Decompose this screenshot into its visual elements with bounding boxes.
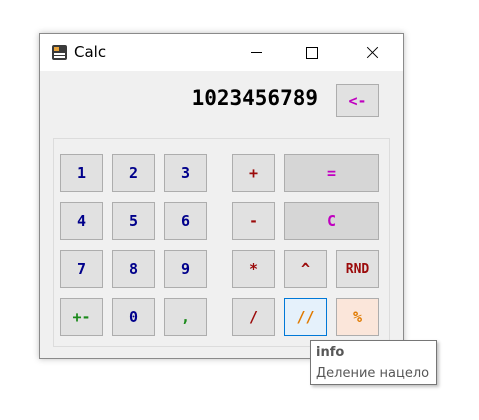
negate-button[interactable]: +- xyxy=(60,298,103,336)
digit-9-button[interactable]: 9 xyxy=(164,250,207,288)
tooltip: info Деление нацело xyxy=(310,340,437,385)
calc-window: Calc 1023456789 <- 1 2 3 + = 4 5 6 - C 7… xyxy=(39,33,404,359)
integer-divide-button[interactable]: // xyxy=(284,298,327,336)
close-button[interactable] xyxy=(349,34,395,71)
digit-8-button[interactable]: 8 xyxy=(112,250,155,288)
power-button[interactable]: ^ xyxy=(284,250,327,288)
digit-7-button[interactable]: 7 xyxy=(60,250,103,288)
maximize-button[interactable] xyxy=(289,34,335,71)
digit-0-button[interactable]: 0 xyxy=(112,298,155,336)
minimize-button[interactable] xyxy=(233,34,279,71)
clear-button[interactable]: C xyxy=(284,202,379,240)
divide-button[interactable]: / xyxy=(232,298,275,336)
multiply-button[interactable]: * xyxy=(232,250,275,288)
minimize-icon xyxy=(250,52,262,53)
window-title: Calc xyxy=(74,43,107,61)
digit-2-button[interactable]: 2 xyxy=(112,154,155,192)
digit-1-button[interactable]: 1 xyxy=(60,154,103,192)
maximize-icon xyxy=(306,46,318,59)
digit-6-button[interactable]: 6 xyxy=(164,202,207,240)
backspace-button[interactable]: <- xyxy=(336,84,379,117)
display-value: 1023456789 xyxy=(191,86,318,110)
equals-button[interactable]: = xyxy=(284,154,379,192)
tooltip-title: info xyxy=(316,345,345,360)
percent-button[interactable]: % xyxy=(336,298,379,336)
digit-5-button[interactable]: 5 xyxy=(112,202,155,240)
digit-3-button[interactable]: 3 xyxy=(164,154,207,192)
minus-button[interactable]: - xyxy=(232,202,275,240)
tooltip-text: Деление нацело xyxy=(316,366,430,381)
plus-button[interactable]: + xyxy=(232,154,275,192)
title-bar[interactable]: Calc xyxy=(40,34,403,71)
comma-button[interactable]: , xyxy=(164,298,207,336)
calculator-app-icon xyxy=(52,45,67,60)
random-button[interactable]: RND xyxy=(336,250,379,288)
close-icon xyxy=(365,46,379,60)
digit-4-button[interactable]: 4 xyxy=(60,202,103,240)
